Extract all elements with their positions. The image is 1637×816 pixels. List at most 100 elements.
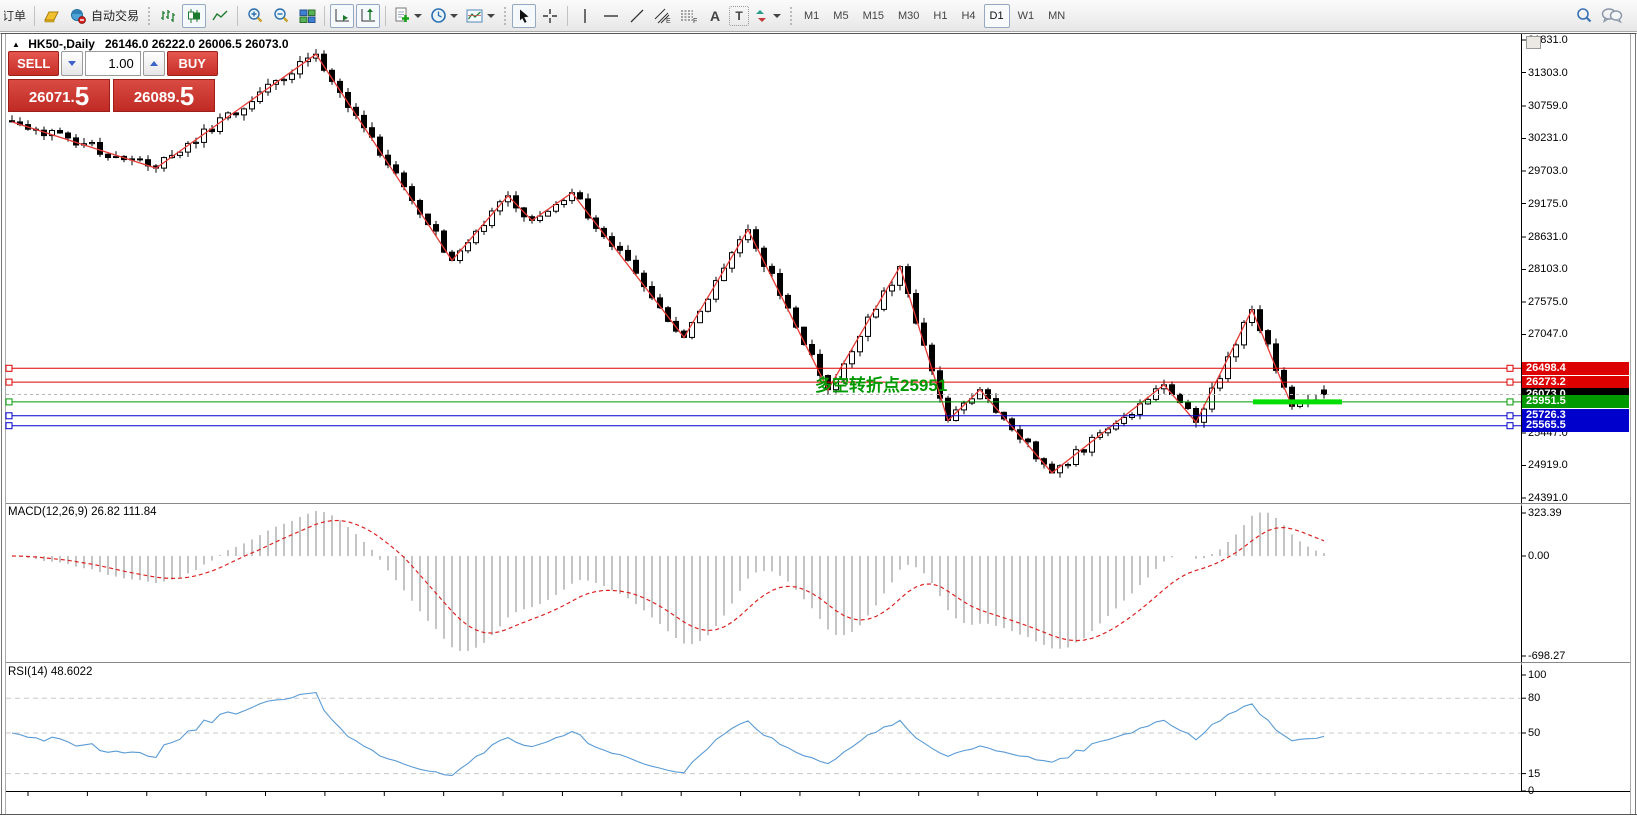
templates-dropdown-arrow[interactable] (487, 14, 495, 18)
timeframe-m15-button[interactable]: M15 (857, 4, 890, 28)
chart-corner-button[interactable] (1526, 36, 1541, 49)
rsi-indicator-label: RSI(14) 48.6022 (8, 666, 92, 678)
sell-price-main: 26071. (29, 87, 75, 109)
macd-histogram (12, 511, 1324, 651)
zoom-out-icon (272, 7, 290, 24)
line-handle[interactable] (1507, 399, 1513, 405)
level-price-tag: 25951.5 (1522, 395, 1629, 408)
chart-window: ▲ HK50-,Daily 26146.0 26222.0 26006.5 26… (0, 32, 1637, 816)
autotrading-button[interactable]: 自动交易 (66, 4, 142, 28)
toolbar-separator (34, 6, 35, 26)
periods-button[interactable] (427, 4, 461, 28)
buy-price-display[interactable]: 26089.5 (113, 79, 215, 112)
tile-windows-button[interactable] (295, 4, 319, 28)
rsi-axis-label: 15 (1528, 768, 1540, 780)
fibonacci-icon: F (680, 8, 698, 24)
line-handle[interactable] (1507, 379, 1513, 385)
macd-indicator-label: MACD(12,26,9) 26.82 111.84 (8, 506, 157, 518)
toolbar-separator (237, 6, 238, 26)
vertical-line-tool-button[interactable] (573, 4, 597, 28)
mt4-application: 订单 自动交易 (0, 0, 1637, 816)
chart-annotation-text[interactable]: 多空转折点25951 (815, 371, 947, 396)
crosshair-icon (542, 8, 558, 24)
candlestick-series (10, 49, 1327, 478)
auto-scroll-button[interactable] (330, 4, 354, 28)
bar-chart-button[interactable] (156, 4, 180, 28)
line-handle[interactable] (6, 379, 12, 385)
collapse-icon[interactable]: ▲ (12, 40, 20, 49)
templates-button[interactable] (463, 4, 498, 28)
arrows-tool-button[interactable] (751, 4, 784, 28)
level-price-tag: 25565.5 (1522, 419, 1629, 432)
rsi-axis-label: 80 (1528, 692, 1540, 704)
fibonacci-tool-button[interactable]: F (677, 4, 701, 28)
main-toolbar: 订单 自动交易 (0, 0, 1637, 32)
periods-dropdown-arrow[interactable] (450, 14, 458, 18)
templates-icon (466, 8, 484, 24)
timeframe-d1-button[interactable]: D1 (984, 4, 1010, 28)
indicators-dropdown-arrow[interactable] (414, 14, 422, 18)
chat-button[interactable] (1598, 4, 1626, 28)
line-handle[interactable] (1507, 365, 1513, 371)
cursor-button[interactable] (512, 4, 536, 28)
toolbar-separator (567, 6, 568, 26)
line-handle[interactable] (1507, 413, 1513, 419)
line-handle[interactable] (6, 399, 12, 405)
line-handle[interactable] (6, 365, 12, 371)
auto-scroll-icon (334, 8, 351, 24)
timeframe-m30-button[interactable]: M30 (892, 4, 925, 28)
candlestick-chart-button[interactable] (182, 4, 206, 28)
line-handle[interactable] (6, 413, 12, 419)
price-axis-label: 27575.0 (1528, 296, 1568, 308)
volume-dropdown-button[interactable] (61, 51, 83, 76)
zoom-out-button[interactable] (269, 4, 293, 28)
zoom-in-button[interactable] (243, 4, 267, 28)
timeframe-m5-button[interactable]: M5 (827, 4, 854, 28)
candlestick-chart-icon (186, 8, 202, 24)
timeframe-w1-button[interactable]: W1 (1012, 4, 1041, 28)
toolbar-grip[interactable] (788, 5, 794, 27)
line-handle[interactable] (1507, 423, 1513, 429)
chart-ohlc-values: 26146.0 26222.0 26006.5 26073.0 (105, 37, 289, 51)
arrows-dropdown-arrow[interactable] (773, 14, 781, 18)
chart-shift-button[interactable] (356, 4, 380, 28)
buy-price-main: 26089. (134, 87, 180, 109)
volume-input[interactable]: 1.00 (85, 51, 140, 76)
periods-clock-icon (430, 7, 447, 24)
zigzag-trendline[interactable] (12, 54, 1292, 473)
macd-axis-label: 323.39 (1528, 507, 1562, 519)
text-tool-button[interactable]: A (703, 4, 727, 28)
timeframe-mn-button[interactable]: MN (1042, 4, 1071, 28)
toolbar-grip[interactable] (146, 5, 152, 27)
timeframe-h4-button[interactable]: H4 (955, 4, 981, 28)
volume-up-button[interactable] (143, 51, 165, 76)
symbol-search-button[interactable] (1572, 4, 1596, 28)
chart-symbol-period: HK50-,Daily (28, 37, 95, 51)
new-order-button[interactable]: 订单 (3, 4, 29, 28)
price-axis-label: 29703.0 (1528, 165, 1568, 177)
autotrading-label: 自动交易 (91, 7, 139, 24)
trendline-tool-button[interactable] (625, 4, 649, 28)
timeframe-h1-button[interactable]: H1 (927, 4, 953, 28)
crosshair-button[interactable] (538, 4, 562, 28)
chart-title: ▲ HK50-,Daily 26146.0 26222.0 26006.5 26… (12, 37, 289, 51)
macd-axis-label: 0.00 (1528, 550, 1549, 562)
line-chart-button[interactable] (208, 4, 232, 28)
chart-canvas[interactable] (0, 32, 1637, 816)
timeframe-m1-button[interactable]: M1 (798, 4, 825, 28)
equidistant-channel-tool-button[interactable]: E (651, 4, 675, 28)
horizontal-line-tool-button[interactable] (599, 4, 623, 28)
sell-button[interactable]: SELL (8, 51, 59, 76)
horizontal-line-icon (603, 8, 619, 24)
alert-icon (43, 8, 61, 24)
text-label-tool-button[interactable]: T (729, 6, 749, 26)
price-axis-label: 27047.0 (1528, 328, 1568, 340)
toolbar-grip[interactable] (502, 5, 508, 27)
chart-shift-icon (360, 8, 377, 24)
alerts-button[interactable] (40, 4, 64, 28)
indicators-button[interactable] (391, 4, 425, 28)
buy-button[interactable]: BUY (167, 51, 218, 76)
line-handle[interactable] (6, 423, 12, 429)
tile-windows-icon (299, 8, 316, 24)
sell-price-display[interactable]: 26071.5 (8, 79, 110, 112)
